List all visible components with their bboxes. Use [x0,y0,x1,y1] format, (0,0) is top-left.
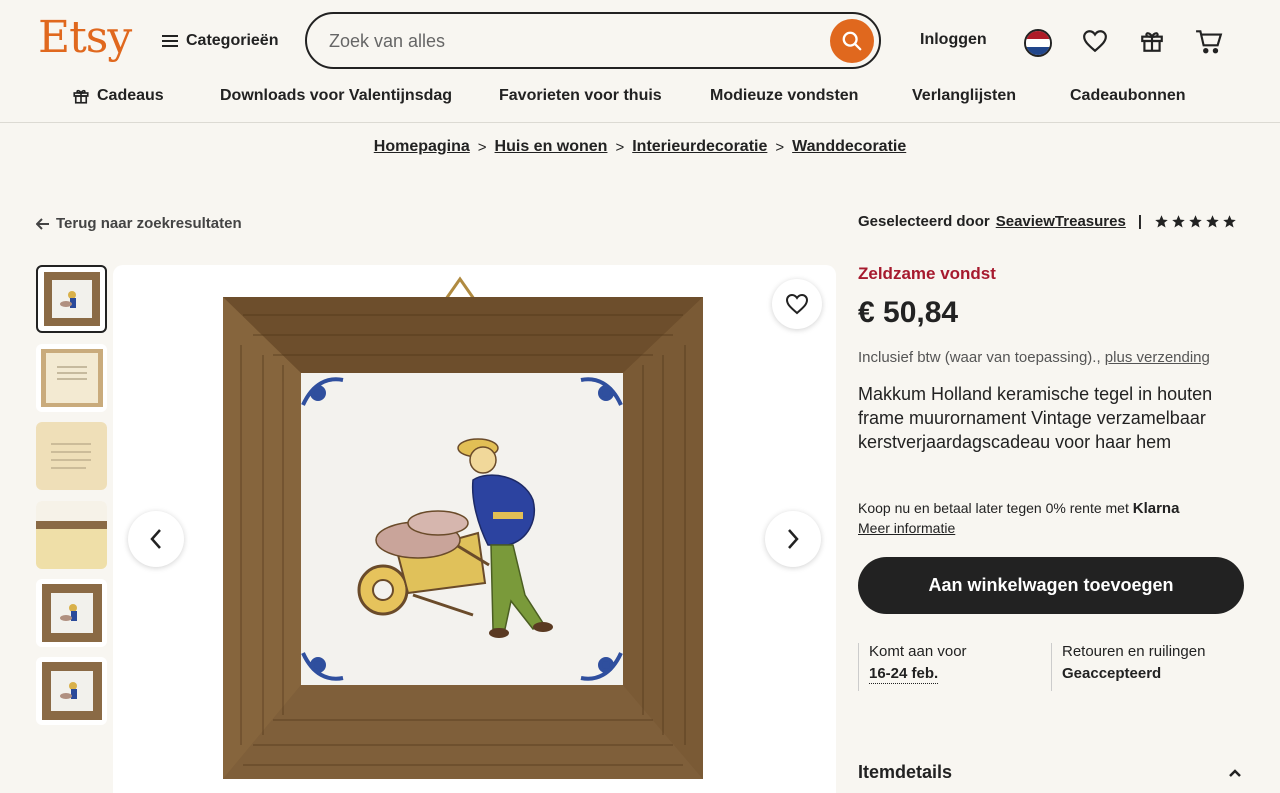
hamburger-icon [162,35,178,47]
back-link-label: Terug naar zoekresultaten [56,215,242,232]
vat-text: Inclusief btw (waar van toepassing)., [858,349,1101,366]
thumbnail-1[interactable] [36,265,107,333]
vat-note: Inclusief btw (waar van toepassing)., pl… [858,349,1210,366]
nav-item-gift-cards[interactable]: Cadeaubonnen [1070,87,1186,105]
add-to-cart-button[interactable]: Aan winkelwagen toevoegen [858,557,1244,614]
heart-icon [1083,30,1107,53]
tile-thumbnail-image [43,272,100,326]
klarna-note: Koop nu en betaal later tegen 0% rente m… [858,500,1179,517]
main-product-image [113,265,836,793]
login-link[interactable]: Inloggen [920,31,987,49]
nav-item-wishlists[interactable]: Verlanglijsten [912,87,1016,105]
search-button[interactable] [830,19,874,63]
rare-find-badge: Zeldzame vondst [858,264,996,283]
chevron-right-icon: > [775,138,785,156]
divider: | [1137,213,1143,230]
chevron-right-icon: > [477,138,487,156]
breadcrumb: Homepagina > Huis en wonen > Interieurde… [0,138,1280,156]
etsy-logo[interactable]: Etsy [38,12,132,63]
thumbnail-2[interactable] [36,344,107,412]
delivery-label: Komt aan voor [869,643,967,660]
product-price: € 50,84 [858,296,959,329]
thumbnail-5[interactable] [36,579,107,647]
returns-label: Retouren en ruilingen [1062,643,1206,660]
breadcrumb-wall-decor[interactable]: Wanddecoratie [792,138,906,156]
gift-icon [1141,32,1163,52]
shop-name-link[interactable]: SeaviewTreasures [996,213,1126,230]
next-image-button[interactable] [765,511,821,567]
nav-item-fashion-finds[interactable]: Modieuze vondsten [710,87,858,105]
document-thumbnail-image [36,422,107,490]
item-details-toggle[interactable]: Itemdetails [858,762,1242,783]
gift-button[interactable] [1138,27,1166,55]
cart-button[interactable] [1195,27,1223,55]
item-details-heading: Itemdetails [858,762,953,782]
star-icon [1206,215,1219,228]
chevron-left-icon [150,529,161,549]
favorites-button[interactable] [1081,27,1109,55]
thumbnail-6[interactable] [36,657,107,725]
shipping-link[interactable]: plus verzending [1105,349,1210,366]
chevron-right-icon: > [615,138,625,156]
star-icon [1189,215,1202,228]
categories-button[interactable]: Categorieën [162,26,278,56]
thumbnail-3[interactable] [36,422,107,490]
chevron-up-icon [1229,768,1241,777]
favorite-item-button[interactable] [772,279,822,329]
star-icon [1223,215,1236,228]
shop-rating-stars [1154,214,1237,229]
previous-image-button[interactable] [128,511,184,567]
product-title: Makkum Holland keramische tegel in houte… [858,384,1213,452]
returns-info: Retouren en ruilingen Geaccepteerd [1051,643,1205,691]
klarna-text: Koop nu en betaal later tegen 0% rente m… [858,500,1129,516]
cart-icon [1196,30,1223,54]
returns-value: Geaccepteerd [1062,665,1162,682]
gift-icon [73,89,89,104]
delivery-info: Komt aan voor 16-24 feb. [858,643,967,691]
nav-item-valentines-downloads[interactable]: Downloads voor Valentijnsdag [220,87,452,105]
selected-by: Geselecteerd door SeaviewTreasures | [858,213,1237,230]
tile-thumbnail-image [41,662,102,720]
thumbnail-4[interactable] [36,501,107,569]
frame-back-thumbnail-image [36,501,107,569]
nav-item-label: Cadeaus [97,87,164,104]
nav-item-home-favorites[interactable]: Favorieten voor thuis [499,87,662,105]
breadcrumb-home[interactable]: Homepagina [374,138,470,156]
categories-label: Categorieën [186,32,279,49]
site-header: Etsy Categorieën Inloggen Cadeaus Downlo… [0,0,1280,123]
arrow-left-icon [36,217,49,230]
heart-icon [785,293,809,315]
framed-tile-image [223,276,703,779]
certificate-thumbnail-image [40,349,103,407]
search-icon [842,31,862,51]
star-icon [1155,215,1168,228]
chevron-right-icon [788,529,799,549]
klarna-brand: Klarna [1132,500,1180,517]
back-to-results-link[interactable]: Terug naar zoekresultaten [36,215,242,232]
breadcrumb-interior-decor[interactable]: Interieurdecoratie [632,138,767,156]
nav-item-gifts[interactable]: Cadeaus [72,87,164,105]
breadcrumb-home-living[interactable]: Huis en wonen [495,138,608,156]
search-input[interactable] [329,28,809,54]
delivery-date[interactable]: 16-24 feb. [869,665,939,684]
klarna-more-info-link[interactable]: Meer informatie [858,520,955,536]
search-bar [305,12,881,69]
star-icon [1172,215,1185,228]
category-nav: Cadeaus Downloads voor Valentijnsdag Fav… [0,84,1280,110]
region-flag-icon[interactable] [1024,29,1052,57]
tile-thumbnail-image [41,584,102,642]
selected-by-prefix: Geselecteerd door [858,213,990,230]
